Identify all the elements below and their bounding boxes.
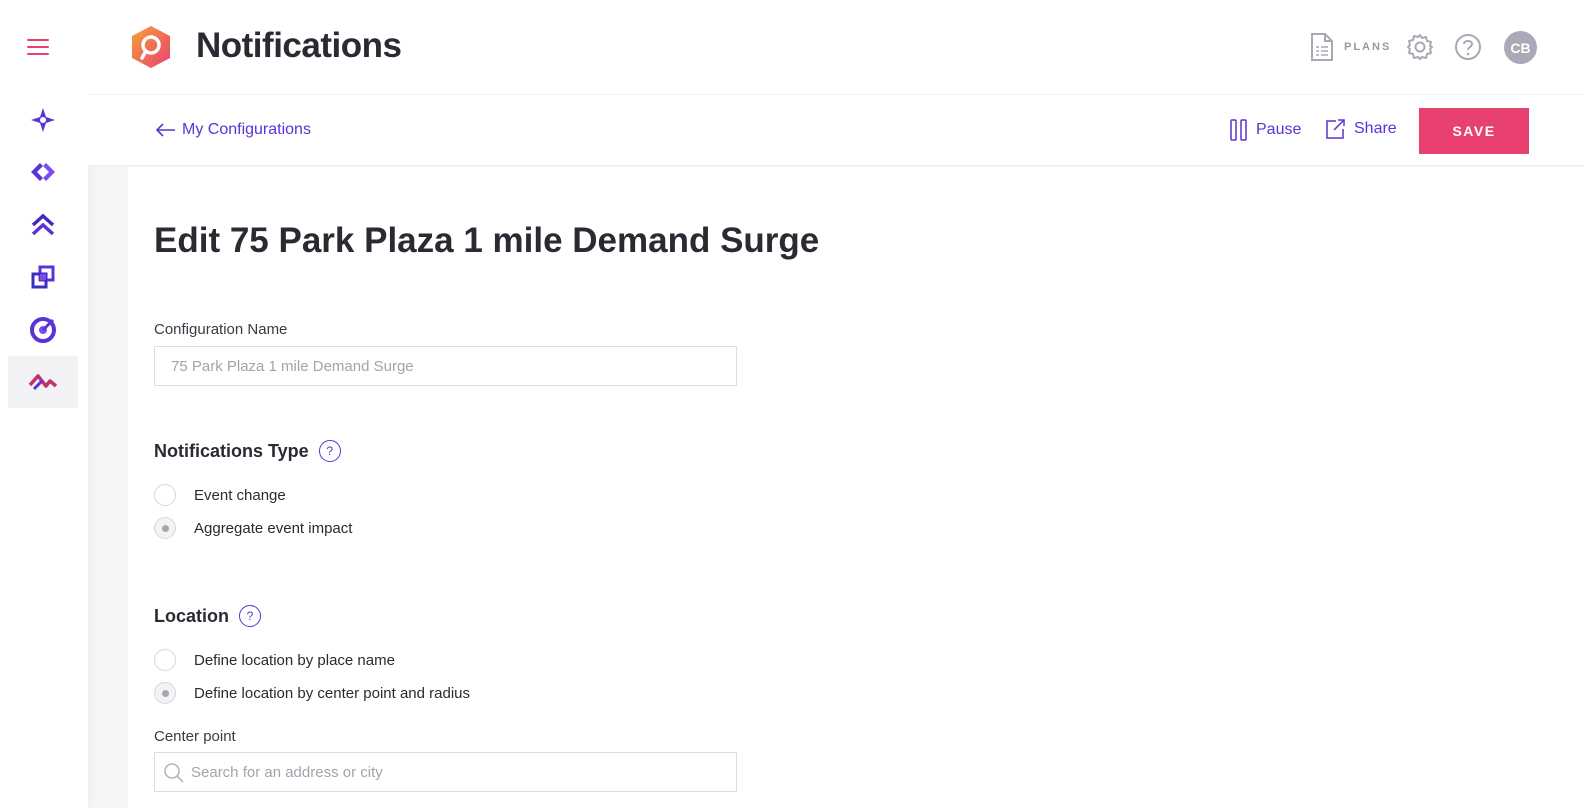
sparkle-icon[interactable] — [8, 94, 78, 146]
radio-location-center-radius[interactable]: Define location by center point and radi… — [154, 682, 470, 704]
hamburger-menu-icon[interactable] — [27, 33, 59, 61]
back-link-label: My Configurations — [182, 121, 311, 138]
radio-button-selected[interactable] — [154, 682, 176, 704]
back-to-configurations-link[interactable]: My Configurations — [156, 121, 311, 139]
save-button[interactable]: SAVE — [1419, 108, 1529, 154]
share-icon — [1326, 119, 1345, 139]
radio-event-change[interactable]: Event change — [154, 484, 286, 506]
center-point-search-input[interactable]: Search for an address or city — [154, 752, 737, 792]
radio-aggregate-event-impact[interactable]: Aggregate event impact — [154, 517, 352, 539]
radio-button[interactable] — [154, 649, 176, 671]
radio-label: Define location by center point and radi… — [194, 684, 471, 702]
help-icon[interactable] — [1454, 33, 1482, 66]
question-mark-icon[interactable]: ? — [318, 440, 341, 462]
gear-icon[interactable] — [1406, 33, 1434, 66]
pulse-wave-icon[interactable] — [8, 356, 78, 408]
share-label: Share — [1354, 120, 1397, 137]
question-mark-icon[interactable]: ? — [239, 605, 261, 627]
search-icon — [163, 762, 185, 788]
user-avatar[interactable]: CB — [1504, 31, 1537, 64]
configuration-name-label: Configuration Name — [154, 321, 288, 338]
notifications-type-title: Notifications Type ? — [154, 440, 341, 462]
radio-button[interactable] — [154, 484, 176, 506]
form-heading: Edit 75 Park Plaza 1 mile Demand Surge — [154, 221, 820, 260]
share-button[interactable]: Share — [1324, 118, 1397, 140]
page-title: Notifications — [196, 26, 402, 65]
radio-label: Event change — [194, 486, 286, 504]
document-icon — [1311, 33, 1333, 61]
target-icon[interactable] — [8, 304, 78, 356]
radio-label: Define location by place name — [194, 651, 395, 669]
double-chevron-up-icon[interactable] — [8, 199, 78, 251]
sidebar — [0, 0, 88, 808]
plans-link[interactable]: PLANS — [1310, 32, 1391, 62]
location-label: Location — [154, 605, 229, 626]
radio-location-place-name[interactable]: Define location by place name — [154, 649, 395, 671]
arrow-left-icon — [156, 123, 175, 137]
search-placeholder: Search for an address or city — [191, 763, 383, 781]
notifications-type-label: Notifications Type — [154, 440, 309, 461]
app-logo — [128, 24, 174, 70]
radio-label: Aggregate event impact — [194, 519, 353, 537]
configuration-name-input[interactable]: 75 Park Plaza 1 mile Demand Surge — [154, 346, 737, 386]
top-header: Notifications PLANS CB — [88, 0, 1584, 94]
diamond-arrows-icon[interactable] — [8, 146, 78, 198]
plans-label: PLANS — [1344, 41, 1392, 53]
action-toolbar: My Configurations Pause Share SAVE — [88, 94, 1584, 166]
edit-form: Edit 75 Park Plaza 1 mile Demand Surge C… — [128, 167, 1584, 808]
pause-label: Pause — [1256, 121, 1302, 138]
pause-icon — [1230, 119, 1247, 141]
pause-button[interactable]: Pause — [1230, 119, 1301, 141]
overlap-squares-icon[interactable] — [8, 251, 78, 303]
radio-button-selected[interactable] — [154, 517, 176, 539]
center-point-label: Center point — [154, 728, 236, 745]
location-title: Location ? — [154, 605, 261, 627]
